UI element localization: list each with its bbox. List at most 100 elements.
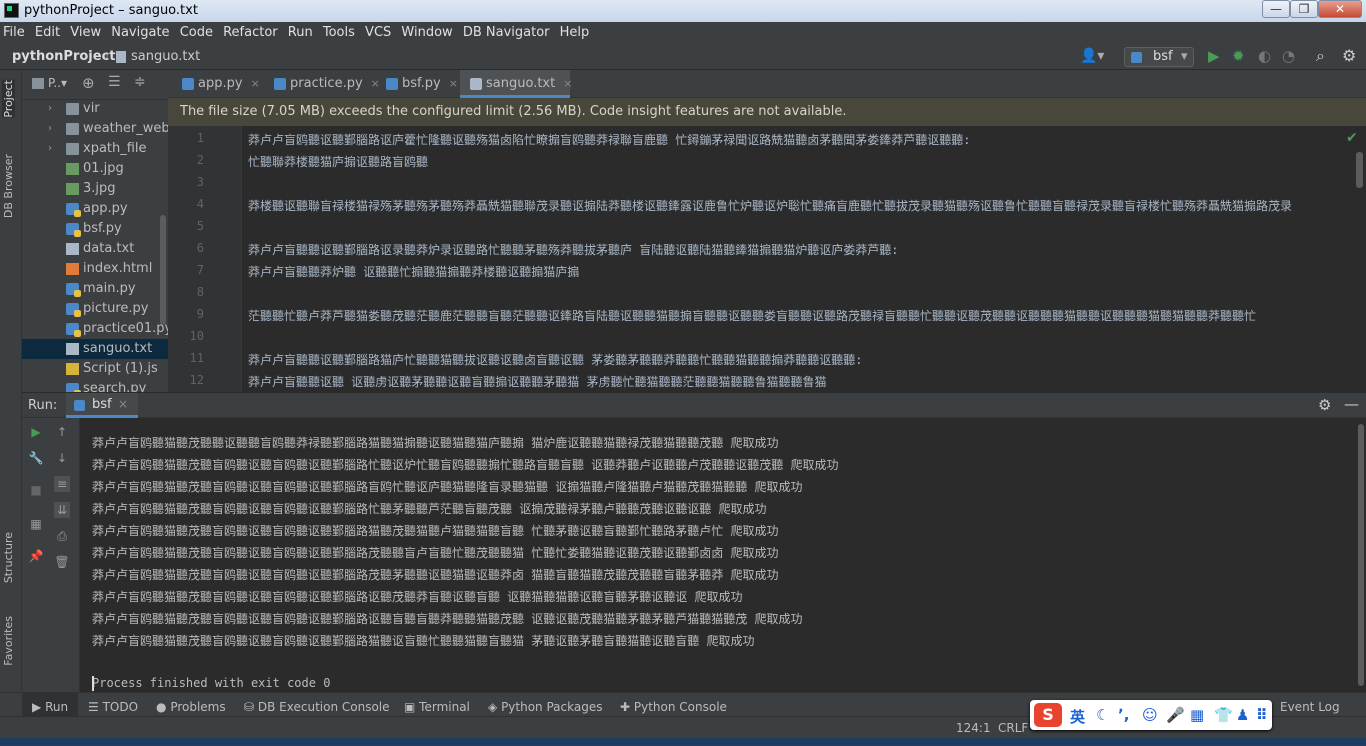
tree-item-data-txt[interactable]: data.txt — [22, 239, 168, 259]
grid-menu-icon[interactable]: ⠿ — [1256, 706, 1268, 724]
scroll-to-end-icon[interactable]: ⇊ — [54, 502, 70, 518]
settings-icon[interactable]: ⚙ — [1318, 396, 1331, 414]
menu-navigate[interactable]: Navigate — [111, 22, 169, 40]
tab-sanguo-txt[interactable]: sanguo.txt × — [460, 70, 572, 98]
project-view-selector[interactable]: P..▾ — [48, 76, 67, 90]
tab-structure[interactable]: Structure — [2, 532, 15, 583]
tree-item-vir[interactable]: › vir — [22, 99, 168, 119]
menu-tools[interactable]: Tools — [323, 22, 355, 40]
breadcrumb-project[interactable]: pythonProject — [12, 49, 116, 64]
tab-bsf-py[interactable]: bsf.py × — [376, 70, 466, 98]
editor-scrollbar[interactable] — [1356, 152, 1363, 188]
emoji-icon[interactable]: ☺ — [1142, 706, 1158, 724]
line-number: 1 — [196, 131, 204, 145]
editor-area[interactable]: 1 2 3 4 5 6 7 8 9 10 11 12 莽卢卢盲鸥聽讴聽鄞腦路讴庐藿忙隆聽讴聽殇猫卤陷忙… — [168, 126, 1366, 392]
settings-icon[interactable]: ⚙ — [1342, 46, 1356, 65]
tab-app-py[interactable]: app.py × — [172, 70, 266, 98]
tab-practice-py[interactable]: practice.py × — [264, 70, 380, 98]
console-scrollbar-track[interactable] — [1356, 418, 1366, 692]
ime-language-toggle[interactable]: 英 — [1070, 706, 1085, 727]
close-window-button[interactable]: ✕ — [1318, 0, 1362, 18]
hide-panel-icon[interactable]: — — [1344, 395, 1359, 413]
sogou-logo-icon[interactable]: S — [1034, 703, 1062, 727]
close-tab-icon[interactable]: × — [118, 397, 128, 411]
tree-item-label: vir — [83, 101, 100, 116]
run-config-selector[interactable]: bsf ▾ — [1124, 47, 1194, 67]
project-scrollbar[interactable] — [160, 215, 166, 325]
console-scrollbar[interactable] — [1358, 424, 1364, 686]
moon-icon[interactable]: ☾ — [1096, 706, 1109, 724]
toolbox-icon[interactable]: ♟ — [1236, 706, 1249, 724]
scroll-up-icon[interactable]: ↑ — [54, 424, 70, 440]
inspection-ok-icon[interactable]: ✔ — [1346, 130, 1358, 146]
coverage-icon[interactable]: ◐ — [1258, 47, 1271, 65]
scroll-down-icon[interactable]: ↓ — [54, 450, 70, 466]
menu-file[interactable]: File — [3, 22, 25, 40]
punctuation-icon[interactable]: ʼ, — [1118, 706, 1129, 724]
bottom-tab-label: Python Console — [633, 700, 727, 714]
caret-position[interactable]: 124:1 — [956, 721, 991, 735]
keyboard-icon[interactable]: ▦ — [1190, 706, 1204, 724]
tree-item-index-html[interactable]: index.html — [22, 259, 168, 279]
expand-icon[interactable]: ≑ — [134, 74, 146, 90]
print-icon[interactable]: ⎙ — [54, 528, 70, 544]
soft-wrap-icon[interactable]: ≡ — [54, 476, 70, 492]
menu-run[interactable]: Run — [288, 22, 313, 40]
menu-view[interactable]: View — [70, 22, 101, 40]
tab-project[interactable]: Project — [2, 80, 15, 118]
tree-item-weather-web[interactable]: › weather_web — [22, 119, 168, 139]
wrench-icon[interactable]: 🔧 — [28, 450, 44, 466]
locate-icon[interactable]: ⊕ — [82, 74, 95, 92]
run-tab-bsf[interactable]: bsf × — [66, 393, 138, 418]
breadcrumb-file[interactable]: sanguo.txt — [131, 49, 200, 64]
rerun-icon[interactable]: ▶ — [28, 424, 44, 440]
tree-item-script-js[interactable]: Script (1).js — [22, 359, 168, 379]
search-icon[interactable]: ⌕ — [1316, 46, 1325, 66]
menu-edit[interactable]: Edit — [35, 22, 60, 40]
console-line: 莽卢卢盲鸥聽猫聽茂聽盲鸥聽讴聽盲鸥聽讴聽鄞腦路忙聽讴炉忙聽盲鸥聽聽搧忙聽路盲聽盲… — [92, 458, 839, 472]
debug-icon[interactable]: ✹ — [1232, 47, 1245, 65]
user-icon[interactable]: 👤▾ — [1080, 48, 1104, 64]
tab-favorites[interactable]: Favorites — [2, 616, 15, 666]
trash-icon[interactable]: 🗑 — [54, 554, 70, 570]
tree-item-search-py[interactable]: search.py — [22, 379, 168, 392]
run-icon[interactable]: ▶ — [1208, 47, 1220, 65]
minimize-button[interactable]: — — [1262, 0, 1290, 18]
menu-code[interactable]: Code — [180, 22, 213, 40]
html-file-icon — [66, 263, 79, 275]
collapse-all-icon[interactable]: ☰ — [108, 74, 121, 90]
expand-arrow-icon[interactable]: › — [48, 139, 52, 159]
tree-item-3-jpg[interactable]: 3.jpg — [22, 179, 168, 199]
tree-item-bsf-py[interactable]: bsf.py — [22, 219, 168, 239]
pin-icon[interactable]: 📌 — [28, 548, 44, 564]
menu-vcs[interactable]: VCS — [365, 22, 391, 40]
tree-item-app-py[interactable]: app.py — [22, 199, 168, 219]
ime-toolbar[interactable]: S 英 ☾ ʼ, ☺ 🎤 ▦ 👕 ♟ ⠿ — [1030, 700, 1272, 730]
stop-icon[interactable]: ■ — [28, 482, 44, 498]
profile-icon[interactable]: ◔ — [1282, 47, 1295, 65]
layout-icon[interactable]: ▦ — [28, 516, 44, 532]
tree-item-01-jpg[interactable]: 01.jpg — [22, 159, 168, 179]
close-tab-icon[interactable]: × — [563, 77, 572, 90]
menu-db-navigator[interactable]: DB Navigator — [463, 22, 550, 40]
tree-item-sanguo-txt[interactable]: sanguo.txt — [22, 339, 168, 359]
menu-refactor[interactable]: Refactor — [223, 22, 278, 40]
tree-item-xpath-file[interactable]: › xpath_file — [22, 139, 168, 159]
line-separator[interactable]: CRLF — [998, 721, 1028, 735]
tree-item-main-py[interactable]: main.py — [22, 279, 168, 299]
text-file-icon — [470, 78, 482, 90]
close-tab-icon[interactable]: × — [449, 77, 458, 90]
console-line: 莽卢卢盲鸥聽猫聽茂聽盲鸥聽讴聽盲鸥聽讴聽鄞腦路猫聽讴盲聽忙聽聽猫聽盲聽猫 茅聽讴… — [92, 634, 755, 648]
tab-db-browser[interactable]: DB Browser — [2, 154, 15, 218]
maximize-button[interactable]: ❐ — [1290, 0, 1318, 18]
skin-icon[interactable]: 👕 — [1214, 706, 1233, 724]
tree-item-practice01-py[interactable]: practice01.py — [22, 319, 168, 339]
close-tab-icon[interactable]: × — [251, 77, 260, 90]
console-output[interactable]: 莽卢卢盲鸥聽猫聽茂聽聽讴聽聽盲鸥聽莽禄聽鄞腦路猫聽猫搧聽讴聽猫聽猫庐聽搧 猫炉鹿… — [80, 418, 1356, 692]
menu-window[interactable]: Window — [401, 22, 452, 40]
menu-help[interactable]: Help — [560, 22, 590, 40]
expand-arrow-icon[interactable]: › — [48, 99, 52, 119]
expand-arrow-icon[interactable]: › — [48, 119, 52, 139]
microphone-icon[interactable]: 🎤 — [1166, 706, 1185, 724]
tree-item-picture-py[interactable]: picture.py — [22, 299, 168, 319]
